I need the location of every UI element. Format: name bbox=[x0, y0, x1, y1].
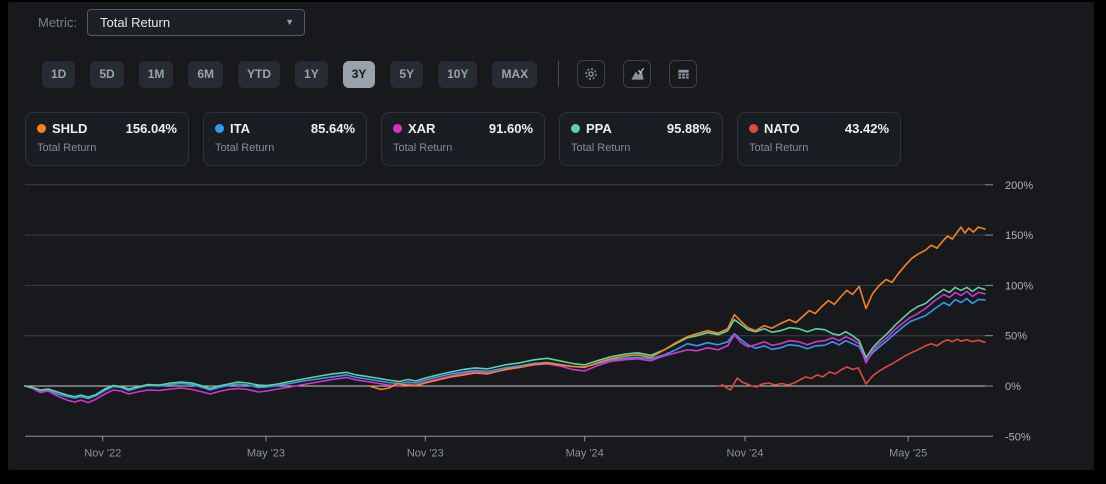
gear-icon bbox=[583, 66, 599, 82]
card-metric-label: Total Return bbox=[393, 142, 533, 154]
series-line-ppa bbox=[25, 287, 985, 397]
metric-dropdown-value: Total Return bbox=[100, 15, 285, 30]
range-button-1y[interactable]: 1Y bbox=[295, 61, 328, 88]
table-view-button[interactable] bbox=[669, 60, 697, 88]
metric-bar: Metric: Total Return ▼ bbox=[38, 8, 305, 36]
range-button-1m[interactable]: 1M bbox=[139, 61, 174, 88]
series-color-dot bbox=[749, 124, 758, 133]
ticker-symbol: PPA bbox=[586, 121, 612, 136]
ticker-symbol: ITA bbox=[230, 121, 250, 136]
series-color-dot bbox=[37, 124, 46, 133]
series-color-dot bbox=[215, 124, 224, 133]
legend-card-ita[interactable]: ITA 85.64% Total Return bbox=[203, 112, 367, 166]
return-value: 95.88% bbox=[667, 121, 711, 136]
legend-row: SHLD 156.04% Total Return ITA 85.64% Total Re… bbox=[25, 112, 901, 166]
legend-card-ppa[interactable]: PPA 95.88% Total Return bbox=[559, 112, 723, 166]
range-button-10y[interactable]: 10Y bbox=[438, 61, 477, 88]
range-button-max[interactable]: MAX bbox=[492, 61, 537, 88]
chart-type-button[interactable] bbox=[623, 60, 651, 88]
legend-card-xar[interactable]: XAR 91.60% Total Return bbox=[381, 112, 545, 166]
return-value: 156.04% bbox=[126, 121, 177, 136]
x-tick-label: Nov '24 bbox=[727, 447, 764, 459]
legend-card-nato[interactable]: NATO 43.42% Total Return bbox=[737, 112, 901, 166]
return-value: 91.60% bbox=[489, 121, 533, 136]
y-tick-label: 150% bbox=[1005, 230, 1033, 242]
card-metric-label: Total Return bbox=[749, 142, 889, 154]
series-color-dot bbox=[571, 124, 580, 133]
card-metric-label: Total Return bbox=[37, 142, 177, 154]
range-button-5d[interactable]: 5D bbox=[90, 61, 123, 88]
y-tick-label: 200% bbox=[1005, 180, 1033, 192]
metric-label: Metric: bbox=[38, 15, 77, 30]
ticker-symbol: XAR bbox=[408, 121, 435, 136]
y-tick-label: 0% bbox=[1005, 381, 1021, 393]
range-buttons: 1D 5D 1M 6M YTD 1Y 3Y 5Y 10Y MAX bbox=[42, 61, 537, 88]
return-value: 85.64% bbox=[311, 121, 355, 136]
range-button-6m[interactable]: 6M bbox=[188, 61, 223, 88]
metric-dropdown[interactable]: Total Return ▼ bbox=[87, 9, 305, 36]
x-tick-label: Nov '22 bbox=[84, 447, 121, 459]
app-panel: Metric: Total Return ▼ 1D 5D 1M 6M YTD 1Y 3Y 5Y… bbox=[8, 2, 1094, 470]
range-toolbar: 1D 5D 1M 6M YTD 1Y 3Y 5Y 10Y MAX bbox=[42, 60, 715, 88]
range-button-ytd[interactable]: YTD bbox=[238, 61, 280, 88]
y-tick-label: 50% bbox=[1005, 331, 1027, 343]
x-tick-label: May '24 bbox=[566, 447, 604, 459]
return-value: 43.42% bbox=[845, 121, 889, 136]
ticker-symbol: SHLD bbox=[52, 121, 87, 136]
y-tick-label: -50% bbox=[1005, 431, 1031, 443]
x-tick-label: May '23 bbox=[247, 447, 285, 459]
ticker-symbol: NATO bbox=[764, 121, 800, 136]
range-button-3y[interactable]: 3Y bbox=[343, 61, 376, 88]
range-button-5y[interactable]: 5Y bbox=[390, 61, 423, 88]
card-metric-label: Total Return bbox=[215, 142, 355, 154]
settings-button[interactable] bbox=[577, 60, 605, 88]
range-button-1d[interactable]: 1D bbox=[42, 61, 75, 88]
card-metric-label: Total Return bbox=[571, 142, 711, 154]
toolbar-divider bbox=[558, 61, 559, 87]
chevron-down-icon: ▼ bbox=[285, 17, 294, 27]
y-tick-label: 100% bbox=[1005, 280, 1033, 292]
x-tick-label: May '25 bbox=[889, 447, 927, 459]
series-line-shld bbox=[369, 227, 985, 389]
price-chart[interactable]: 200% 150% 100% 50% 0% -50% Nov '22 May '23 Nov '… bbox=[8, 172, 1094, 468]
legend-card-shld[interactable]: SHLD 156.04% Total Return bbox=[25, 112, 189, 166]
series-color-dot bbox=[393, 124, 402, 133]
x-tick-label: Nov '23 bbox=[407, 447, 444, 459]
table-icon bbox=[676, 67, 691, 82]
area-chart-icon bbox=[630, 67, 645, 82]
